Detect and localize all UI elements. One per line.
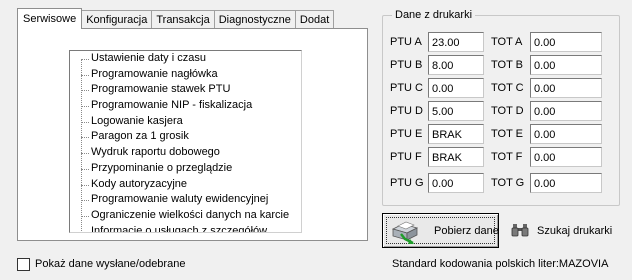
tree-item[interactable]: Programowanie nagłówka [70, 67, 301, 83]
tot-c-field[interactable]: 0.00 [530, 78, 602, 98]
tot-f-field[interactable]: 0.00 [530, 147, 602, 167]
find-printer-label: Szukaj drukarki [537, 225, 613, 237]
ptu-c-field[interactable]: 0.00 [428, 78, 484, 98]
ptu-d-field[interactable]: 5.00 [428, 101, 484, 121]
tree-item[interactable]: Logowanie kasjera [70, 114, 301, 130]
tree-item[interactable]: Programowanie waluty ewidencyjnej [70, 192, 301, 208]
show-traffic-checkbox[interactable] [17, 258, 30, 271]
tree-item[interactable]: Kody autoryzacyjne [70, 177, 301, 193]
encoding-status: Standard kodowania polskich liter:MAZOVI… [392, 258, 609, 270]
tree-item[interactable]: Informacje o usługach z szczegółów [70, 224, 301, 232]
show-traffic-label[interactable]: Pokaż dane wysłane/odebrane [35, 257, 185, 271]
ptu-b-field[interactable]: 8.00 [428, 55, 484, 75]
tree-item[interactable]: Ustawienie daty i czasu [70, 51, 301, 67]
tree-item[interactable]: Przypominanie o przeglądzie [70, 161, 301, 177]
ptu-e-field[interactable]: BRAK [428, 124, 484, 144]
tab-serwisowe[interactable]: Serwisowe [17, 8, 83, 29]
fetch-data-button[interactable]: Pobierz dane [382, 213, 499, 248]
ptu-f-field[interactable]: BRAK [428, 147, 484, 167]
ptu-b-row: PTU B 8.00 TOT B 0.00 [390, 55, 602, 75]
ptu-e-row: PTU E BRAK TOT E 0.00 [390, 124, 602, 144]
printer-download-icon [391, 221, 419, 245]
tot-c-label: TOT C [491, 82, 524, 94]
tree-item[interactable]: Ograniczenie wielkości danych na karcie [70, 208, 301, 224]
fetch-data-label: Pobierz dane [434, 225, 499, 237]
ptu-g-label: PTU G [390, 177, 424, 189]
ptu-g-field[interactable]: 0.00 [428, 173, 484, 193]
ptu-c-row: PTU C 0.00 TOT C 0.00 [390, 78, 602, 98]
tree-items: Ustawienie daty i czasu Programowanie na… [70, 51, 301, 232]
ptu-d-row: PTU D 5.00 TOT D 0.00 [390, 101, 602, 121]
tot-g-field[interactable]: 0.00 [530, 173, 602, 193]
ptu-a-row: PTU A 23.00 TOT A 0.00 [390, 32, 602, 52]
ptu-c-label: PTU C [390, 82, 423, 94]
service-tree[interactable]: Ustawienie daty i czasu Programowanie na… [69, 50, 302, 233]
tree-item[interactable]: Programowanie stawek PTU [70, 82, 301, 98]
tot-d-label: TOT D [491, 105, 524, 117]
tot-f-label: TOT F [491, 151, 523, 163]
tab-transakcja[interactable]: Transakcja [151, 10, 215, 29]
ptu-a-label: PTU A [390, 36, 422, 48]
ptu-f-row: PTU F BRAK TOT F 0.00 [390, 147, 602, 167]
tot-d-field[interactable]: 0.00 [530, 101, 602, 121]
tot-e-label: TOT E [491, 128, 523, 140]
tree-item[interactable]: Wydruk raportu dobowego [70, 145, 301, 161]
tab-konfiguracja[interactable]: Konfiguracja [81, 10, 153, 29]
ptu-b-label: PTU B [390, 59, 423, 71]
find-printer-button[interactable]: Szukaj drukarki [502, 213, 620, 248]
ptu-g-row: PTU G 0.00 TOT G 0.00 [390, 173, 602, 193]
tot-b-field[interactable]: 0.00 [530, 55, 602, 75]
tot-b-label: TOT B [491, 59, 523, 71]
tree-item[interactable]: Programowanie NIP - fiskalizacja [70, 98, 301, 114]
tot-e-field[interactable]: 0.00 [530, 124, 602, 144]
tree-item[interactable]: Paragon za 1 grosik [70, 129, 301, 145]
tab-strip: Serwisowe Konfiguracja Transakcja Diagno… [17, 8, 335, 29]
printer-data-title: Dane z drukarki [392, 8, 476, 22]
ptu-d-label: PTU D [390, 105, 423, 117]
tot-a-label: TOT A [491, 36, 523, 48]
ptu-a-field[interactable]: 23.00 [428, 32, 484, 52]
ptu-f-label: PTU F [390, 151, 422, 163]
tot-g-label: TOT G [491, 177, 525, 189]
ptu-e-label: PTU E [390, 128, 423, 140]
tab-diagnostyczne[interactable]: Diagnostyczne [213, 10, 296, 29]
tab-dodatkowe[interactable]: Dodat [294, 10, 335, 29]
tot-a-field[interactable]: 0.00 [530, 32, 602, 52]
binoculars-icon [511, 224, 529, 237]
